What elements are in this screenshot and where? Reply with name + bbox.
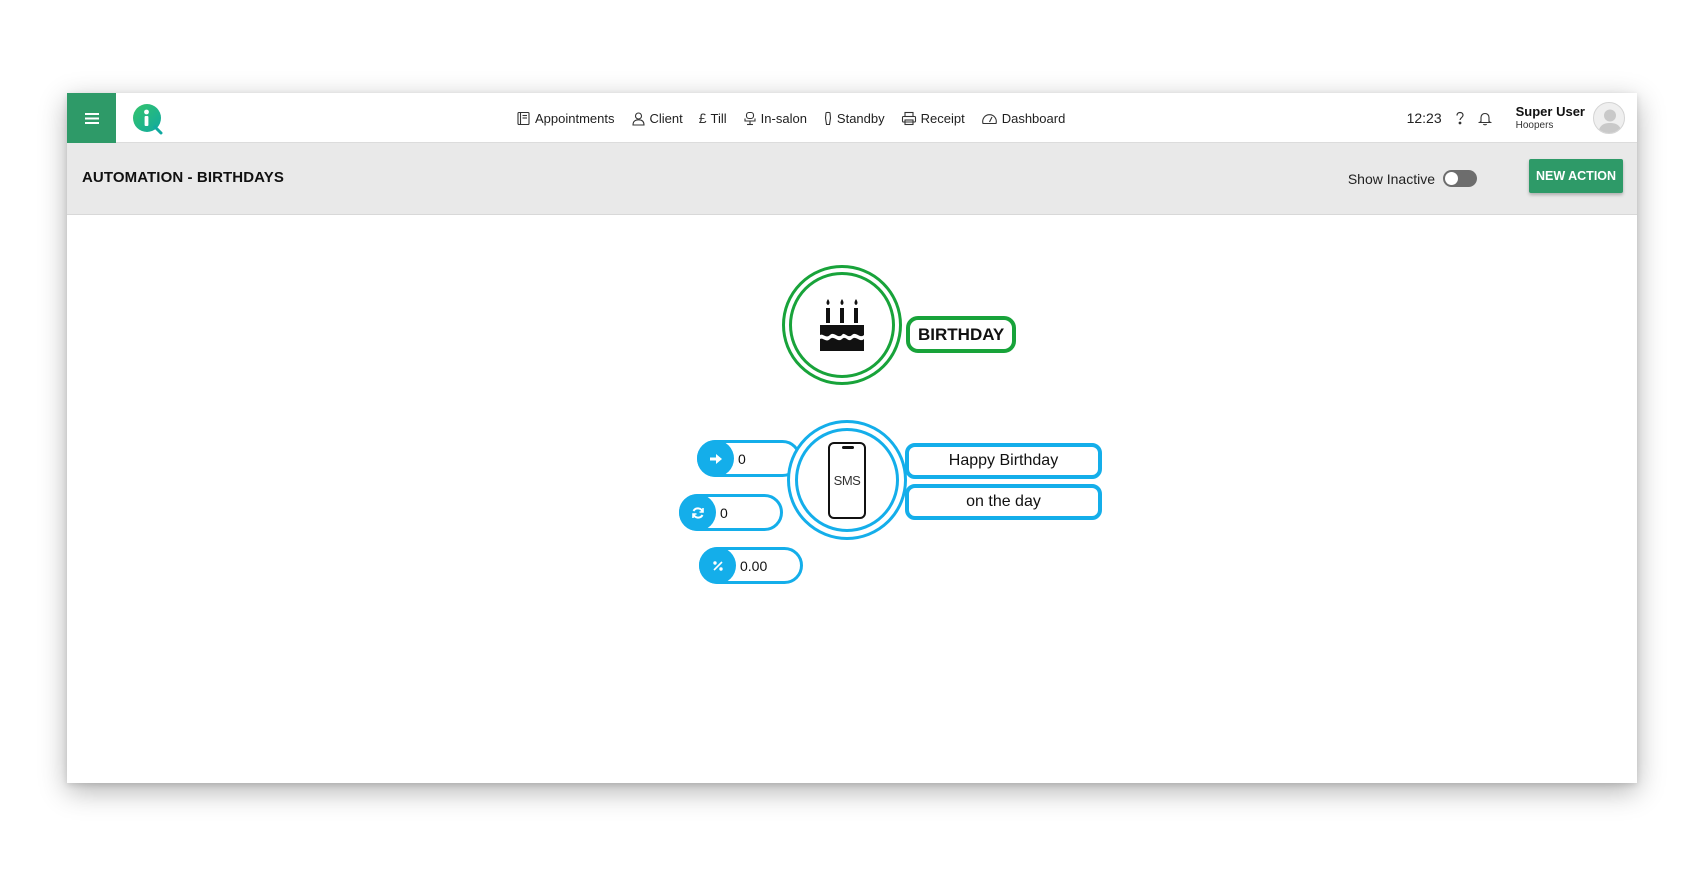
nav-client-label: Client: [649, 110, 683, 126]
person-icon: [631, 111, 645, 126]
help-icon: [1456, 111, 1464, 124]
page-title: AUTOMATION - BIRTHDAYS: [82, 169, 284, 186]
user-org: Hoopers: [1515, 119, 1554, 131]
nav-receipt[interactable]: Receipt: [901, 111, 965, 126]
show-inactive-label: Show Inactive: [1347, 170, 1435, 187]
nav-dashboard[interactable]: Dashboard: [981, 110, 1066, 126]
conversion-rate: 0.00: [740, 557, 768, 574]
main-nav: Appointments Client £ Till In-salon Stan…: [516, 93, 1065, 143]
pound-icon: £: [698, 110, 707, 126]
nav-receipt-label: Receipt: [920, 110, 965, 126]
sent-badge: [697, 440, 734, 477]
birthday-trigger-label[interactable]: BIRTHDAY: [906, 316, 1017, 353]
birthday-cake-icon: [820, 299, 864, 351]
header-tools: 12:23 Super User Hoopers: [1407, 93, 1625, 143]
new-action-button[interactable]: NEW ACTION: [1529, 159, 1623, 193]
nav-standby[interactable]: Standby: [823, 111, 885, 126]
nav-till[interactable]: £ Till: [699, 110, 727, 126]
action-inner-ring: SMS: [795, 428, 899, 532]
top-nav-bar: Appointments Client £ Till In-salon Stan…: [67, 93, 1637, 143]
avatar[interactable]: [1593, 102, 1625, 134]
phone-notch: [842, 445, 854, 449]
notifications-button[interactable]: [1477, 111, 1492, 126]
nav-appointments[interactable]: Appointments: [516, 111, 615, 126]
nav-in-salon-label: In-salon: [760, 110, 807, 126]
sms-timing[interactable]: on the day: [905, 484, 1102, 520]
toggle-knob: [1445, 172, 1458, 185]
repeat-count: 0: [720, 504, 728, 521]
printer-icon: [901, 111, 916, 125]
help-button[interactable]: [1454, 111, 1466, 126]
mobile-phone-icon: SMS: [828, 441, 866, 519]
nav-till-label: Till: [710, 110, 727, 126]
sent-count: 0: [738, 450, 746, 467]
nav-standby-label: Standby: [836, 110, 885, 126]
trigger-inner-ring: [789, 272, 895, 378]
refresh-icon: [691, 506, 704, 519]
arrow-right-icon: [709, 453, 722, 464]
percent-icon: [712, 560, 723, 571]
standby-icon: [824, 111, 831, 125]
clock-display: 12:23: [1406, 110, 1442, 126]
repeat-count-pill[interactable]: 0: [679, 494, 783, 531]
sms-message-name[interactable]: Happy Birthday: [905, 443, 1102, 479]
user-avatar-icon: [1598, 109, 1622, 133]
nav-appointments-label: Appointments: [535, 110, 615, 126]
hamburger-menu-button[interactable]: [67, 93, 116, 143]
menu-icon: [84, 112, 99, 124]
nav-client[interactable]: Client: [631, 111, 683, 126]
nav-dashboard-label: Dashboard: [1001, 110, 1066, 126]
page-header: AUTOMATION - BIRTHDAYS Show Inactive NEW…: [67, 143, 1637, 215]
gauge-icon: [981, 113, 997, 124]
user-info[interactable]: Super User Hoopers: [1515, 104, 1585, 131]
percent-badge: [699, 547, 736, 584]
sent-count-pill[interactable]: 0: [697, 440, 801, 477]
bell-icon: [1477, 112, 1492, 125]
app-window: Appointments Client £ Till In-salon Stan…: [67, 93, 1637, 783]
sms-action-node[interactable]: SMS: [787, 420, 907, 540]
nav-in-salon[interactable]: In-salon: [743, 111, 807, 126]
app-logo-icon[interactable]: [131, 102, 165, 136]
user-name: Super User: [1515, 104, 1585, 120]
repeat-badge: [679, 494, 716, 531]
sms-label: SMS: [833, 472, 861, 488]
show-inactive-toggle[interactable]: [1443, 170, 1477, 187]
book-icon: [517, 111, 530, 125]
birthday-trigger-node[interactable]: [782, 265, 902, 385]
conversion-rate-pill[interactable]: 0.00: [699, 547, 803, 584]
salon-chair-icon: [744, 111, 756, 125]
show-inactive-control: Show Inactive: [1348, 170, 1477, 187]
